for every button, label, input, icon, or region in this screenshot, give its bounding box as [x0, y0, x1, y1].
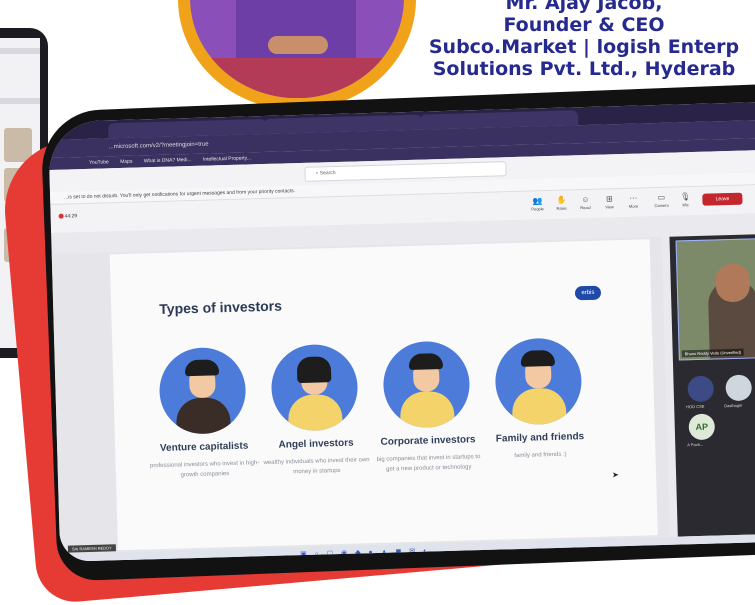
meeting-timer: 44:29 — [64, 213, 78, 220]
mouse-cursor-icon: ➤ — [611, 470, 619, 480]
participant-label: HOD CSE — [686, 403, 705, 410]
camera-button[interactable]: ▭ Camera — [650, 193, 672, 209]
smile-icon: ☺ — [581, 194, 590, 205]
react-button[interactable]: ☺ React — [574, 195, 596, 211]
people-button[interactable]: 👥 People — [526, 196, 548, 212]
corporate-investor-illustration — [382, 340, 471, 429]
investor-title: Venture capitalists — [159, 440, 249, 454]
investor-card: Venture capitalists professional investo… — [146, 346, 260, 481]
speaker-portrait — [190, 0, 404, 98]
more-icon: ⋯ — [629, 193, 638, 203]
presenter-name-tag: SAI RAMESH REDDY — [67, 544, 116, 553]
bookmark-dna[interactable]: What is DNA? Medi... — [144, 157, 192, 164]
leave-button[interactable]: Leave — [702, 192, 743, 206]
investor-title: Family and friends — [495, 431, 585, 445]
hand-icon: ✋ — [556, 195, 567, 205]
more-button[interactable]: ⋯ More — [622, 193, 644, 209]
investor-desc: wealthy individuals who invest their own… — [263, 457, 370, 476]
investor-title: Corporate investors — [380, 434, 476, 448]
investor-title: Angel investors — [278, 437, 354, 451]
slide-title: Types of investors — [159, 297, 283, 317]
presentation-slide: Types of investors erbis Venture capital… — [109, 239, 658, 551]
investor-desc: big companies that invest in startups to… — [376, 454, 481, 473]
meeting-screenshot: ...microsoft.com/v2/?meetingjoin=true Yo… — [48, 101, 755, 562]
speaker-company-2: Solutions Pvt. Ltd., Hyderab — [432, 58, 736, 80]
participant-avatar[interactable] — [687, 375, 715, 403]
participant-initials-avatar[interactable]: AP — [688, 413, 716, 441]
participant-video[interactable]: Bhanu Reddy Vedu (Unverified) — [675, 237, 755, 361]
people-icon: 👥 — [532, 196, 543, 206]
investor-card: Family and friends family and friends :) — [482, 337, 595, 462]
participant-avatar[interactable] — [725, 374, 753, 402]
mic-button[interactable]: 🎙 Mic — [674, 192, 696, 208]
bookmark-youtube[interactable]: YouTube — [89, 159, 109, 166]
camera-icon: ▭ — [657, 192, 666, 203]
raise-button[interactable]: ✋ Raise — [550, 195, 572, 211]
angel-investor-illustration — [270, 343, 359, 432]
participant-label: A Pavit... — [687, 441, 704, 448]
grid-icon: ⊞ — [605, 194, 613, 204]
speaker-name: Mr. Ajay Jacob, — [505, 0, 663, 14]
participants-panel: Bhanu Reddy Vedu (Unverified) HOD CSE Da… — [669, 233, 755, 537]
erbis-logo: erbis — [574, 285, 602, 301]
family-friends-illustration — [494, 337, 583, 426]
shared-screen: Types of investors erbis Venture capital… — [51, 236, 670, 554]
investor-card: Corporate investors big companies that i… — [370, 340, 484, 475]
mic-icon: 🎙 — [680, 192, 691, 202]
investor-desc: professional investors who invest in hig… — [149, 460, 260, 479]
speaker-company-1: Subco.Market | logish Enterp — [428, 36, 740, 58]
bookmark-ip[interactable]: Intellectual Property... — [203, 155, 251, 162]
investor-card: Angel investors wealthy individuals who … — [258, 343, 372, 478]
bookmark-maps[interactable]: Maps — [120, 159, 132, 165]
venture-capitalist-illustration — [158, 346, 247, 435]
speaker-credit: Mr. Ajay Jacob, Founder & CEO Subco.Mark… — [404, 0, 755, 80]
speaker-role: Founder & CEO — [503, 14, 665, 36]
view-button[interactable]: ⊞ View — [598, 194, 620, 210]
investor-desc: family and friends :) — [514, 451, 567, 460]
recording-icon — [58, 213, 64, 219]
participant-label: Dasthagiri — [724, 402, 743, 409]
search-input[interactable]: ⌕ Search — [304, 161, 507, 182]
